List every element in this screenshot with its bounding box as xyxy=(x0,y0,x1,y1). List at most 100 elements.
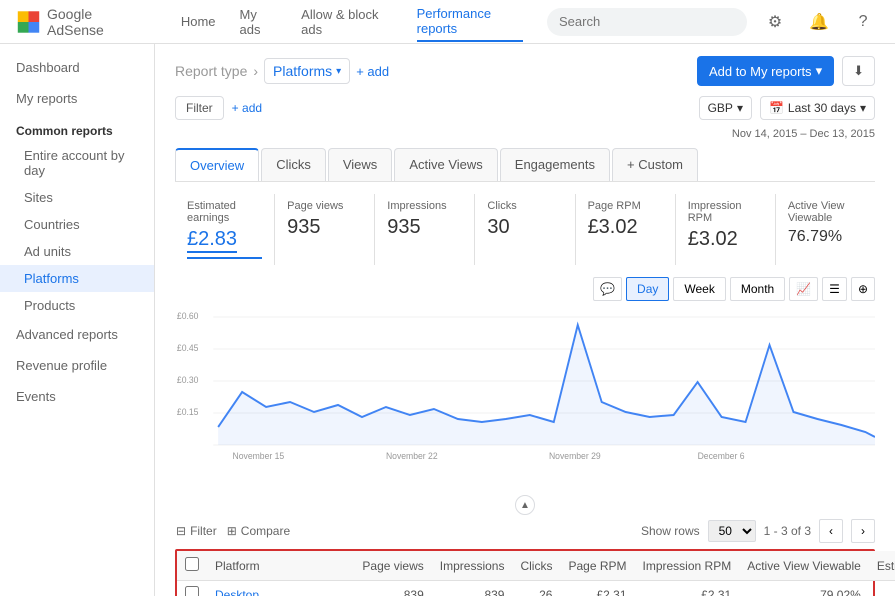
sidebar-item-ad-units[interactable]: Ad units xyxy=(0,238,154,265)
tab-views[interactable]: Views xyxy=(328,148,392,181)
add-to-my-reports-button[interactable]: Add to My reports ▾ xyxy=(697,56,834,86)
rows-per-page-select[interactable]: 50 xyxy=(708,520,756,542)
sidebar-item-advanced-reports[interactable]: Advanced reports xyxy=(0,319,154,350)
chart-pie-icon-btn[interactable]: ⊕ xyxy=(851,277,875,301)
bell-icon-btn[interactable]: 🔔 xyxy=(803,6,835,38)
table-filter-label: Filter xyxy=(190,524,217,538)
cell-desktop-impression-rpm: £2.31 xyxy=(635,581,740,596)
metric-estimated-earnings[interactable]: Estimated earnings £2.83 xyxy=(175,194,275,265)
sidebar-item-platforms[interactable]: Platforms xyxy=(0,265,154,292)
cell-desktop-page-views: 839 xyxy=(354,581,431,596)
svg-text:November 15: November 15 xyxy=(233,451,285,461)
table-filter-button[interactable]: ⊟ Filter xyxy=(175,523,218,539)
cell-desktop-earnings: £1.94 xyxy=(869,581,895,596)
row-checkbox-0[interactable] xyxy=(185,586,199,596)
data-table-container: Platform Page views Impressions Clicks P… xyxy=(175,549,875,596)
metric-value-2: 935 xyxy=(387,216,462,239)
table-compare-label: Compare xyxy=(241,524,290,538)
chart-btn-month[interactable]: Month xyxy=(730,277,785,301)
tab-active-views[interactable]: Active Views xyxy=(394,148,497,181)
filter-icon: ⊟ xyxy=(176,524,186,538)
sidebar-section-common: Common reports xyxy=(0,114,154,142)
sidebar-item-dashboard[interactable]: Dashboard xyxy=(0,52,154,83)
comment-icon-btn[interactable]: 💬 xyxy=(593,277,622,301)
nav-right: ⚙ 🔔 ? xyxy=(547,6,879,38)
svg-text:£0.15: £0.15 xyxy=(177,407,199,417)
currency-select[interactable]: GBP ▾ xyxy=(699,96,752,120)
metric-value-0: £2.83 xyxy=(187,228,237,253)
metric-label-4: Page RPM xyxy=(588,200,663,212)
platform-link-desktop[interactable]: Desktop xyxy=(215,588,259,596)
tab-engagements[interactable]: Engagements xyxy=(500,148,610,181)
tab-overview[interactable]: Overview xyxy=(175,148,259,181)
expand-icon[interactable]: ▲ xyxy=(515,495,535,515)
pagination-info: 1 - 3 of 3 xyxy=(764,524,811,538)
select-all-checkbox[interactable] xyxy=(185,557,199,571)
line-chart: £0.60 £0.45 £0.30 £0.15 November 15 Nove… xyxy=(175,307,875,467)
nav-performance[interactable]: Performance reports xyxy=(417,2,523,42)
col-active-view: Active View Viewable xyxy=(739,551,869,581)
sidebar-item-entire-account[interactable]: Entire account by day xyxy=(0,142,154,184)
nav-my-ads[interactable]: My ads xyxy=(240,3,278,41)
add-to-my-reports-label: Add to My reports xyxy=(709,64,812,79)
settings-icon-btn[interactable]: ⚙ xyxy=(759,6,791,38)
chart-btn-day[interactable]: Day xyxy=(626,277,669,301)
tab-clicks[interactable]: Clicks xyxy=(261,148,326,181)
metrics-row: Estimated earnings £2.83 Page views 935 … xyxy=(175,194,875,265)
cell-desktop-page-rpm: £2.31 xyxy=(560,581,634,596)
currency-label: GBP xyxy=(708,101,733,115)
metric-active-view[interactable]: Active View Viewable 76.79% xyxy=(776,194,875,265)
col-impressions: Impressions xyxy=(432,551,513,581)
svg-text:November 29: November 29 xyxy=(549,451,601,461)
chart-table-icon-btn[interactable]: ☰ xyxy=(822,277,847,301)
date-detail: Nov 14, 2015 – Dec 13, 2015 xyxy=(175,128,875,140)
table-compare-button[interactable]: ⊞ Compare xyxy=(226,523,291,539)
col-page-rpm: Page RPM xyxy=(560,551,634,581)
compare-icon: ⊞ xyxy=(227,524,237,538)
report-type-dropdown[interactable]: Platforms ▾ xyxy=(264,58,350,84)
logo-icon xyxy=(16,8,41,36)
metric-label-6: Active View Viewable xyxy=(788,200,863,224)
prev-page-button[interactable]: ‹ xyxy=(819,519,843,543)
main-layout: Dashboard My reports Common reports Enti… xyxy=(0,44,895,596)
metric-page-views[interactable]: Page views 935 xyxy=(275,194,375,265)
table-section: ⊟ Filter ⊞ Compare Show rows 50 1 - 3 of… xyxy=(175,519,875,596)
metric-value-5: £3.02 xyxy=(688,228,763,251)
chart-btn-week[interactable]: Week xyxy=(673,277,725,301)
expand-chart-btn[interactable]: ▲ xyxy=(175,495,875,515)
chart-line-icon-btn[interactable]: 📈 xyxy=(789,277,818,301)
date-range-selector[interactable]: 📅 Last 30 days ▾ xyxy=(760,96,875,120)
tab-custom[interactable]: + Custom xyxy=(612,148,698,181)
metric-clicks[interactable]: Clicks 30 xyxy=(475,194,575,265)
metric-value-1: 935 xyxy=(287,216,362,239)
download-button[interactable]: ⬇ xyxy=(842,56,875,86)
help-icon-btn[interactable]: ? xyxy=(847,6,879,38)
nav-home[interactable]: Home xyxy=(181,10,216,33)
breadcrumb-arrow: › xyxy=(253,63,258,79)
report-type-text: Platforms xyxy=(273,63,332,79)
add-report-link[interactable]: + add xyxy=(356,64,389,79)
sidebar-item-sites[interactable]: Sites xyxy=(0,184,154,211)
metric-page-rpm[interactable]: Page RPM £3.02 xyxy=(576,194,676,265)
metric-impression-rpm[interactable]: Impression RPM £3.02 xyxy=(676,194,776,265)
table-row: Desktop 839 839 26 £2.31 £2.31 79.02% £1… xyxy=(177,581,895,596)
sidebar: Dashboard My reports Common reports Enti… xyxy=(0,44,155,596)
svg-text:December 6: December 6 xyxy=(698,451,745,461)
table-pagination-area: Show rows 50 1 - 3 of 3 ‹ › xyxy=(641,519,875,543)
svg-text:November 22: November 22 xyxy=(386,451,438,461)
report-type-area: Report type › Platforms ▾ + add xyxy=(175,58,389,84)
filter-bar: Filter + add GBP ▾ 📅 Last 30 days ▾ xyxy=(175,96,875,120)
sidebar-item-countries[interactable]: Countries xyxy=(0,211,154,238)
filter-button[interactable]: Filter xyxy=(175,96,224,120)
nav-allow-block[interactable]: Allow & block ads xyxy=(301,3,392,41)
sidebar-item-events[interactable]: Events xyxy=(0,381,154,412)
sidebar-item-products[interactable]: Products xyxy=(0,292,154,319)
filter-add-link[interactable]: + add xyxy=(232,101,262,115)
search-input[interactable] xyxy=(547,8,747,36)
next-page-button[interactable]: › xyxy=(851,519,875,543)
metric-impressions[interactable]: Impressions 935 xyxy=(375,194,475,265)
sidebar-item-revenue-profile[interactable]: Revenue profile xyxy=(0,350,154,381)
metric-value-4: £3.02 xyxy=(588,216,663,239)
sidebar-item-my-reports[interactable]: My reports xyxy=(0,83,154,114)
header-actions: Add to My reports ▾ ⬇ xyxy=(697,56,875,86)
